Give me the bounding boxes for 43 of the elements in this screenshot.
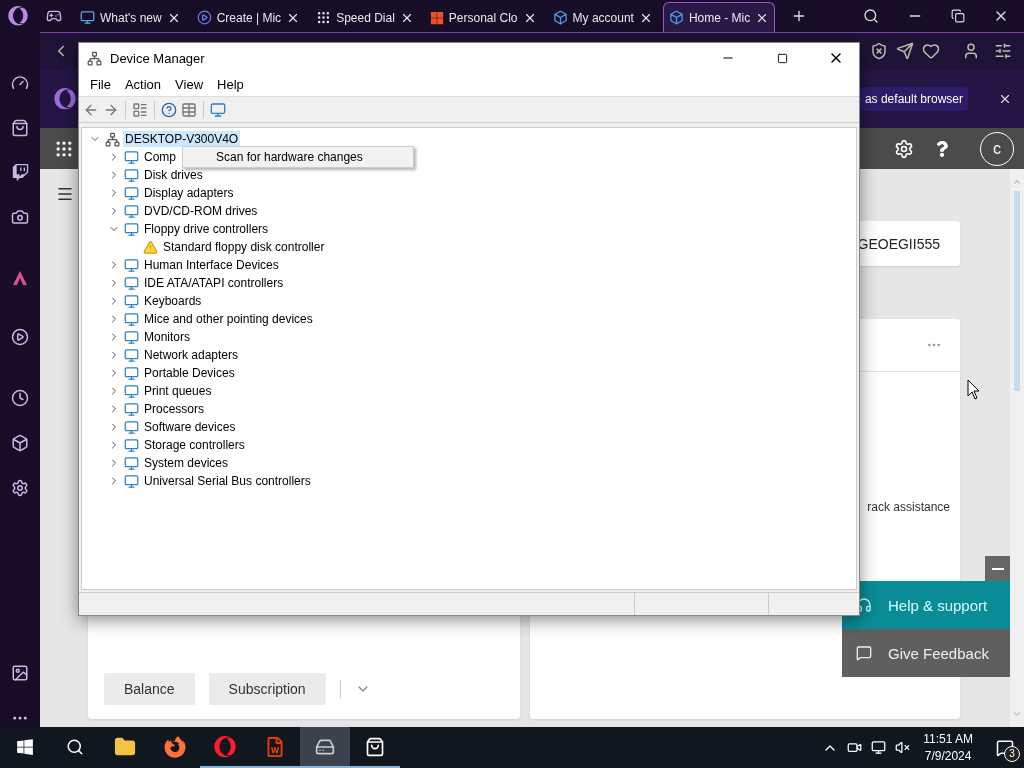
browser-tab[interactable]: Create | Mic — [190, 2, 307, 32]
tree-item[interactable]: Display adapters — [142, 185, 236, 201]
card-text: rack assistance — [867, 500, 950, 514]
browser-tab[interactable]: My account — [546, 2, 659, 32]
tree-item[interactable]: Portable Devices — [142, 365, 237, 381]
tab-button[interactable]: Balance — [104, 673, 195, 705]
tree-item[interactable]: Standard floppy disk controller — [161, 239, 327, 255]
menu-item[interactable]: Action — [117, 77, 169, 92]
tree-item[interactable]: System devices — [142, 455, 231, 471]
tree-item[interactable]: Network adapters — [142, 347, 241, 363]
tree-item[interactable]: DVD/CD-ROM drives — [142, 203, 260, 219]
tree-item[interactable]: Processors — [142, 401, 207, 417]
tree-item[interactable]: Print queues — [142, 383, 214, 399]
menu-item[interactable]: Scan for hardware changes — [183, 150, 363, 164]
menu-item[interactable]: Help — [210, 77, 251, 92]
tree-item[interactable]: Comp — [142, 149, 178, 165]
menu-item[interactable]: View — [168, 77, 211, 92]
notification-count: 3 — [1004, 745, 1020, 762]
window-title: Device Manager — [110, 50, 206, 66]
account-id: GEOEGII555 — [857, 235, 940, 252]
tree-item[interactable]: Mice and other pointing devices — [142, 311, 315, 327]
tree-item[interactable]: Monitors — [142, 329, 192, 345]
tree-item[interactable]: Human Interface Devices — [142, 257, 281, 273]
time-text: 11:51 AM — [923, 730, 973, 748]
menu-item[interactable]: File — [83, 77, 118, 92]
tree-item[interactable]: Floppy drive controllers — [142, 221, 271, 237]
tree-item[interactable]: Universal Serial Bus controllers — [142, 473, 313, 489]
tree-item[interactable]: Keyboards — [142, 293, 204, 309]
clock[interactable]: 11:51 AM 7/9/2024 — [923, 730, 973, 765]
browser-tab[interactable]: Home - Mic — [662, 2, 776, 32]
tab-button[interactable]: Subscription — [208, 673, 326, 705]
browser-tab[interactable]: Speed Dial — [310, 2, 420, 32]
browser-tab[interactable]: Personal Clo — [423, 2, 543, 32]
tree-item[interactable]: Storage controllers — [142, 437, 247, 453]
help-support-button[interactable]: Help & support — [842, 581, 1010, 629]
tree-item[interactable]: IDE ATA/ATAPI controllers — [142, 275, 286, 291]
default-browser-button[interactable]: as default browser — [859, 86, 968, 111]
tree-item[interactable]: Software devices — [142, 419, 238, 435]
feedback-button[interactable]: Give Feedback — [842, 629, 1010, 677]
date-text: 7/9/2024 — [924, 747, 972, 765]
tree-item[interactable]: Disk drives — [142, 167, 205, 183]
tree-item[interactable]: DESKTOP-V300V4O — [123, 131, 241, 147]
browser-tab[interactable]: What's new — [74, 2, 187, 32]
